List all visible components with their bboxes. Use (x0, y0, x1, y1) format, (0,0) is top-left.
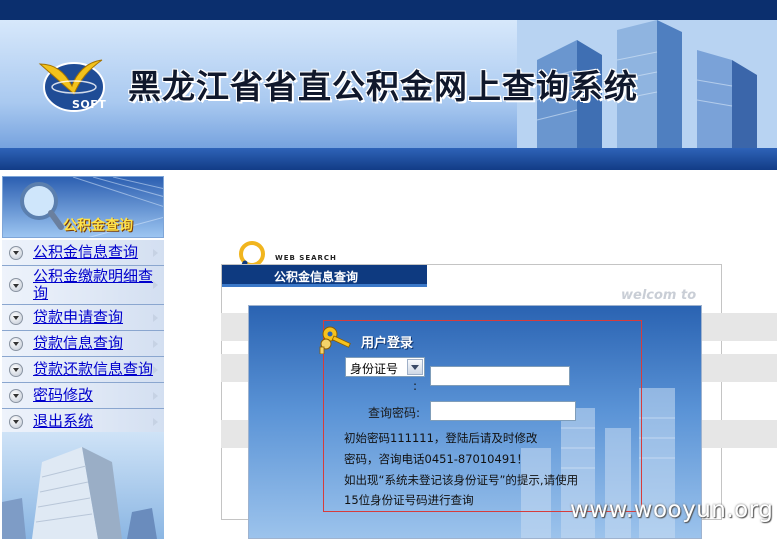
sidebar-item-label[interactable]: 贷款还款信息查询 (33, 361, 164, 378)
password-input[interactable] (430, 401, 576, 421)
sidebar-item-fund-info[interactable]: 公积金信息查询 (2, 240, 164, 266)
sidebar-item-payment-detail[interactable]: 公积金缴款明细查询 (2, 266, 164, 305)
watermark-text: www.wooyun.org (570, 497, 774, 523)
sidebar-item-label[interactable]: 公积金信息查询 (33, 244, 164, 261)
chevron-down-icon (9, 414, 23, 429)
sidebar-item-label[interactable]: 退出系统 (33, 413, 164, 430)
arrow-right-icon (153, 391, 158, 400)
keys-icon (319, 326, 351, 354)
login-note-line: 密码，咨询电话0451-87010491！ (344, 452, 528, 466)
id-number-input[interactable] (430, 366, 570, 386)
sidebar-building-image (2, 432, 164, 539)
arrow-right-icon (153, 248, 158, 257)
password-label: 查询密码: (368, 406, 421, 420)
section-title: 公积金信息查询 (274, 270, 359, 284)
chevron-down-icon (9, 278, 23, 292)
sidebar-item-label[interactable]: 贷款申请查询 (33, 309, 164, 326)
sidebar-item-loan-application[interactable]: 贷款申请查询 (2, 305, 164, 331)
web-search-label: WEB SEARCH (275, 254, 337, 262)
id-type-selected: 身份证号 (350, 362, 399, 376)
id-type-select[interactable]: 身份证号 (345, 357, 425, 377)
arrow-right-icon (153, 339, 158, 348)
chevron-down-icon (9, 336, 23, 351)
arrow-right-icon (153, 365, 158, 374)
sidebar-item-label[interactable]: 贷款信息查询 (33, 335, 164, 352)
header-bottom-band (0, 148, 777, 170)
chevron-down-icon[interactable] (407, 359, 423, 375)
sidebar: 公积金查询 公积金信息查询 公积金缴款明细查询 贷款申请查询 贷款信息查询 贷款… (0, 170, 165, 539)
logo-text: SOFT (72, 98, 107, 111)
login-note-line: 15位身份证号码进行查询 (344, 493, 474, 507)
arrow-right-icon (153, 281, 158, 289)
sidebar-item-loan-repayment[interactable]: 贷款还款信息查询 (2, 357, 164, 383)
chevron-down-icon (9, 245, 23, 260)
login-note-line: 初始密码111111，登陆后请及时修改 (344, 431, 538, 445)
welcome-text: welcom to (621, 288, 697, 303)
arrow-right-icon (153, 417, 158, 426)
id-colon-label: : (413, 379, 418, 393)
arrow-right-icon (153, 313, 158, 322)
chevron-down-icon (9, 362, 23, 377)
sidebar-item-label[interactable]: 密码修改 (33, 387, 164, 404)
login-note-line: 如出现“系统未登记该身份证号”的提示,请使用 (344, 473, 579, 487)
sidebar-item-loan-info[interactable]: 贷款信息查询 (2, 331, 164, 357)
section-tab: 公积金信息查询 (222, 265, 427, 287)
chevron-down-icon (9, 388, 23, 403)
sidebar-menu: 公积金信息查询 公积金缴款明细查询 贷款申请查询 贷款信息查询 贷款还款信息查询… (2, 240, 164, 435)
header-banner: SOFT 黑龙江省省直公积金网上查询系统 (0, 20, 777, 170)
site-title: 黑龙江省省直公积金网上查询系统 (128, 67, 638, 106)
sidebar-header-label: 公积金查询 (63, 218, 133, 234)
sidebar-item-label[interactable]: 公积金缴款明细查询 (33, 268, 164, 302)
top-strip (0, 0, 777, 20)
sidebar-item-change-password[interactable]: 密码修改 (2, 383, 164, 409)
sidebar-header: 公积金查询 (2, 176, 164, 238)
chevron-down-icon (9, 310, 23, 325)
login-title: 用户登录 (361, 336, 414, 351)
